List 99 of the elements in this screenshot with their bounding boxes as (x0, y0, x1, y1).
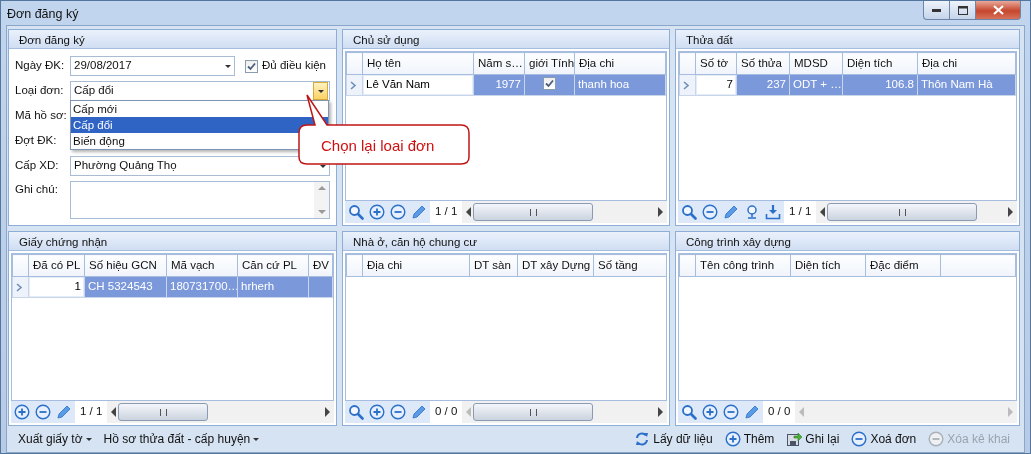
pager-text: 0 / 0 (767, 404, 792, 420)
column-header[interactable]: Số hiệu GCN (84, 254, 167, 277)
dropdown-option[interactable]: Cấp mới (71, 101, 328, 117)
column-header[interactable]: Diện tích (790, 254, 866, 277)
column-header[interactable]: Số thửa (736, 52, 790, 75)
add-icon[interactable] (369, 404, 385, 420)
remove-icon (928, 431, 945, 447)
type-dropdown[interactable]: Cấp đổi (70, 81, 330, 101)
window-title: Đơn đăng ký (7, 6, 79, 23)
date-field[interactable]: 29/08/2017 (70, 56, 235, 76)
column-header[interactable]: Diện tích (842, 52, 918, 75)
remove-icon[interactable] (702, 204, 718, 220)
column-header[interactable]: Số tờ (695, 52, 737, 75)
horizontal-scrollbar[interactable] (462, 401, 667, 423)
field-label: Đợt ĐK: (15, 133, 58, 149)
pin-icon[interactable] (744, 204, 760, 220)
action-button[interactable]: Thêm (722, 430, 777, 448)
pager-text: 0 / 0 (434, 404, 459, 420)
minimize-button[interactable] (923, 1, 950, 20)
pencil-icon[interactable] (723, 204, 739, 220)
chevron-icon (350, 80, 357, 90)
chevron-icon (16, 282, 23, 292)
search-icon[interactable] (681, 404, 697, 420)
panel-header: Chủ sử dụng (343, 30, 669, 49)
horizontal-scrollbar[interactable] (795, 401, 1017, 423)
column-header[interactable]: Năm s… (473, 52, 525, 75)
pencil-icon[interactable] (411, 204, 427, 220)
column-header[interactable]: DT xây Dựng (517, 254, 594, 277)
column-header[interactable]: ĐV (308, 254, 333, 277)
column-header[interactable]: Số tầng (593, 254, 666, 277)
menu-button[interactable]: Xuất giấy tờ (16, 430, 94, 448)
maximize-icon (957, 5, 968, 15)
checkbox-label: Đủ điều kiện (262, 58, 326, 74)
note-field[interactable] (70, 181, 330, 219)
column-header[interactable]: DT sàn (469, 254, 518, 277)
pencil-icon[interactable] (744, 404, 760, 420)
field-label: Mã hồ sơ: (15, 108, 68, 124)
column-header[interactable]: Đặc điểm (865, 254, 941, 277)
checkbox[interactable] (245, 59, 259, 73)
level-dropdown[interactable]: Phường Quảng Thọ (70, 156, 330, 176)
column-header[interactable]: Địa chi (362, 254, 470, 277)
row-indicator[interactable] (679, 74, 696, 96)
action-button[interactable]: Lấy dữ liệu (632, 430, 715, 448)
column-header[interactable]: Tên công trình (695, 254, 791, 277)
panel-header: Giấy chứng nhận (9, 232, 336, 251)
panel-header: Thửa đất (676, 30, 1019, 49)
add-icon[interactable] (14, 404, 30, 420)
refresh-icon (634, 431, 651, 447)
column-header[interactable]: Mã vạch (166, 254, 238, 277)
row-indicator[interactable] (12, 276, 29, 298)
search-icon[interactable] (348, 204, 364, 220)
maximize-button[interactable] (950, 1, 976, 20)
horizontal-scrollbar[interactable] (107, 401, 334, 423)
column-header[interactable]: Đã có PL (28, 254, 85, 277)
column-header[interactable]: Địa chi (917, 52, 1016, 75)
add-icon[interactable] (369, 204, 385, 220)
action-button[interactable]: Ghi lại (784, 430, 842, 448)
close-button[interactable] (976, 1, 1021, 20)
dropdown-option[interactable]: Cấp đổi (71, 117, 328, 133)
remove-icon[interactable] (35, 404, 51, 420)
remove-icon[interactable] (390, 404, 406, 420)
field-label: Ngày ĐK: (15, 58, 66, 74)
checkbox[interactable] (543, 77, 556, 91)
remove-icon[interactable] (723, 404, 739, 420)
action-button[interactable]: Xoá đơn (849, 430, 919, 448)
column-header[interactable]: MDSD (789, 52, 843, 75)
search-icon[interactable] (681, 204, 697, 220)
horizontal-scrollbar[interactable] (816, 201, 1017, 223)
column-header[interactable]: Họ tên (362, 52, 474, 75)
dropdown-button[interactable] (313, 82, 328, 100)
download-icon[interactable] (765, 204, 781, 220)
pencil-icon[interactable] (56, 404, 72, 420)
action-button: Xóa kê khai (926, 430, 1012, 448)
tooltip-text: Chọn lại loai đơn (321, 136, 435, 156)
add-icon[interactable] (702, 404, 718, 420)
remove-icon (851, 431, 868, 447)
column-header[interactable]: Địa chi (574, 52, 666, 75)
pager-text: 1 / 1 (434, 204, 459, 220)
remove-icon[interactable] (390, 204, 406, 220)
pencil-icon[interactable] (411, 404, 427, 420)
panel-header: Nhà ở, căn hộ chung cư (343, 232, 669, 251)
field-label: Ghi chú: (15, 182, 59, 197)
panel-header: Đơn đăng ký (9, 30, 336, 49)
column-header[interactable]: Căn cứ PL (237, 254, 309, 277)
search-icon[interactable] (348, 404, 364, 420)
column-header[interactable]: giới Tính (524, 52, 575, 75)
row-indicator[interactable] (346, 74, 363, 96)
panel-header: Công trình xây dựng (676, 232, 1019, 251)
add-icon (724, 431, 741, 447)
menu-button[interactable]: Hồ sơ thửa đất - cấp huyện (101, 430, 262, 448)
save-icon (786, 431, 803, 447)
pager-text: 1 / 1 (788, 204, 813, 220)
chevron-icon (683, 80, 690, 90)
minimize-icon (932, 8, 941, 12)
close-icon (992, 5, 1004, 15)
pager-text: 1 / 1 (79, 404, 104, 420)
field-label: Loại đơn: (15, 83, 65, 99)
field-label: Cấp XD: (15, 158, 60, 174)
horizontal-scrollbar[interactable] (462, 201, 667, 223)
